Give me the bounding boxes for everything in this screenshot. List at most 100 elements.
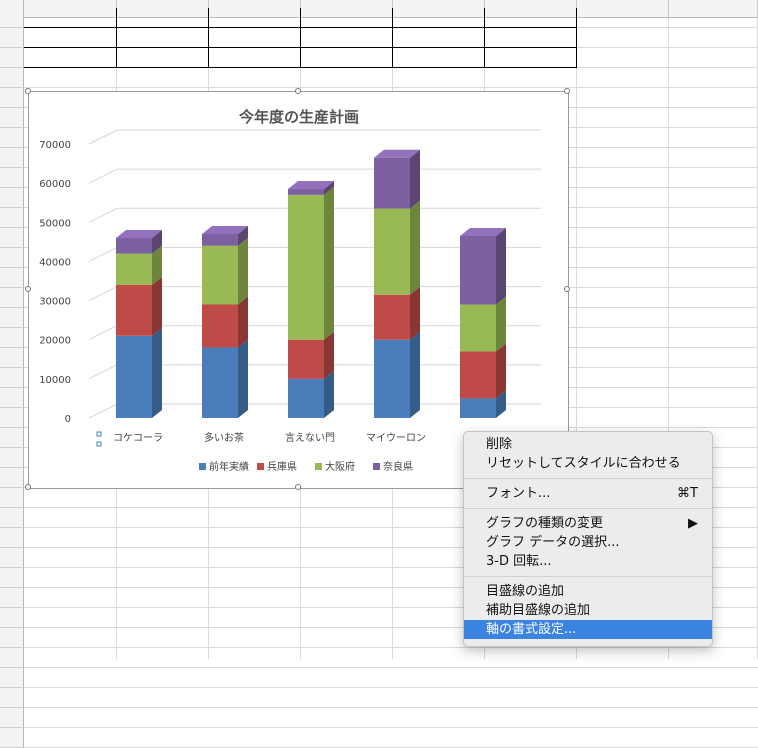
bar-segment-side[interactable] [152, 327, 162, 418]
bar-segment[interactable] [460, 398, 496, 418]
row-header-29[interactable] [0, 388, 24, 408]
row-header-22[interactable] [0, 248, 24, 268]
table-cell[interactable] [301, 8, 393, 28]
y-tick-label[interactable]: 20000 [39, 336, 71, 347]
table-cell[interactable] [393, 28, 485, 48]
row-header-39[interactable] [0, 588, 24, 608]
row-header-41[interactable] [0, 628, 24, 648]
table-cell[interactable] [24, 8, 117, 28]
column-header-h[interactable] [669, 0, 758, 18]
menu-item[interactable]: 削除 [464, 435, 712, 454]
row-header-24[interactable] [0, 288, 24, 308]
row-header-20[interactable] [0, 208, 24, 228]
y-tick-label[interactable]: 70000 [39, 140, 71, 151]
bar-segment-side[interactable] [496, 296, 506, 352]
row-header-17[interactable] [0, 148, 24, 168]
bar-segment[interactable] [460, 235, 496, 305]
axis-selection-handle[interactable] [96, 441, 102, 447]
row-header-42[interactable] [0, 648, 24, 668]
row-header-43[interactable] [0, 668, 24, 688]
row-header-40[interactable] [0, 608, 24, 628]
resize-handle[interactable] [564, 286, 570, 292]
bar-segment-side[interactable] [496, 227, 506, 305]
menu-item[interactable]: リセットしてスタイルに合わせる [464, 454, 712, 473]
table-cell[interactable] [485, 48, 577, 68]
row-header-27[interactable] [0, 348, 24, 368]
axis-selection-handle[interactable] [96, 431, 102, 437]
row-header-10[interactable] [0, 8, 24, 28]
bar-segment-side[interactable] [410, 149, 420, 209]
table-cell[interactable] [24, 28, 117, 48]
table-cell[interactable] [485, 8, 577, 28]
row-header-18[interactable] [0, 168, 24, 188]
table-cell[interactable] [117, 28, 209, 48]
x-axis-label[interactable]: コケコーラ [113, 432, 163, 444]
row-header-34[interactable] [0, 488, 24, 508]
row-header-13[interactable] [0, 68, 24, 88]
legend-entry[interactable]: 兵庫県 [267, 460, 297, 473]
bar-segment[interactable] [374, 294, 410, 340]
menu-item[interactable]: 軸の書式設定... [464, 620, 712, 639]
row-header-12[interactable] [0, 48, 24, 68]
table-cell[interactable] [209, 8, 301, 28]
row-header-11[interactable] [0, 28, 24, 48]
bar-segment[interactable] [460, 351, 496, 399]
row-header-28[interactable] [0, 368, 24, 388]
bar-segment-side[interactable] [324, 331, 334, 379]
row-header-14[interactable] [0, 88, 24, 108]
bar-segment[interactable] [202, 245, 238, 305]
row-header-19[interactable] [0, 188, 24, 208]
bar-segment-side[interactable] [324, 186, 334, 340]
resize-handle[interactable] [25, 88, 31, 94]
row-header-21[interactable] [0, 228, 24, 248]
table-cell[interactable] [209, 48, 301, 68]
menu-item[interactable]: 3-D 回転... [464, 552, 712, 571]
bar-segment[interactable] [460, 304, 496, 352]
context-menu[interactable]: 削除 リセットしてスタイルに合わせる フォント... ⌘T グラフの種類の変更 ▶ グラフ … [463, 431, 713, 647]
row-header-46[interactable] [0, 728, 24, 748]
chart-object[interactable]: 今年度の生産計画 0 10000 20000 30000 40000 50000 60000 7… [25, 88, 570, 490]
bar-segment[interactable] [116, 284, 152, 336]
bar-segment[interactable] [116, 335, 152, 418]
y-tick-label[interactable]: 40000 [39, 257, 71, 268]
column-header-g[interactable] [577, 0, 669, 18]
bar-segment-side[interactable] [496, 343, 506, 399]
y-tick-label[interactable]: 60000 [39, 179, 71, 190]
x-axis-label[interactable]: 多いお茶 [204, 431, 244, 444]
bar-segment-side[interactable] [152, 276, 162, 336]
x-axis-label[interactable]: マイウーロン [366, 432, 426, 444]
menu-item[interactable]: グラフの種類の変更 ▶ [464, 514, 712, 533]
bar-segment-side[interactable] [238, 339, 248, 418]
row-header-31[interactable] [0, 428, 24, 448]
row-header-35[interactable] [0, 508, 24, 528]
table-cell[interactable] [24, 48, 117, 68]
resize-handle[interactable] [25, 286, 31, 292]
table-cell[interactable] [117, 8, 209, 28]
bar-segment[interactable] [202, 304, 238, 348]
menu-item[interactable]: フォント... ⌘T [464, 484, 712, 503]
legend-entry[interactable]: 大阪府 [325, 460, 355, 473]
table-cell[interactable] [393, 48, 485, 68]
legend-swatch[interactable] [257, 463, 264, 470]
row-header-15[interactable] [0, 108, 24, 128]
bar-segment[interactable] [288, 378, 324, 418]
legend-swatch[interactable] [373, 463, 380, 470]
bar-segment[interactable] [374, 157, 410, 209]
menu-item[interactable]: 目盛線の追加 [464, 582, 712, 601]
resize-handle[interactable] [564, 88, 570, 94]
bar-segment[interactable] [116, 253, 152, 285]
row-header-45[interactable] [0, 708, 24, 728]
table-cell[interactable] [485, 28, 577, 48]
resize-handle[interactable] [295, 484, 301, 490]
chart-title[interactable]: 今年度の生産計画 [238, 108, 359, 126]
row-header-36[interactable] [0, 528, 24, 548]
row-header-26[interactable] [0, 328, 24, 348]
row-header-23[interactable] [0, 268, 24, 288]
y-tick-label[interactable]: 30000 [39, 297, 71, 308]
legend-entry[interactable]: 奈良県 [383, 460, 413, 473]
table-cell[interactable] [393, 8, 485, 28]
table-cell[interactable] [209, 28, 301, 48]
legend-entry[interactable]: 前年実績 [209, 460, 249, 473]
bar-segment-side[interactable] [238, 237, 248, 305]
x-axis-label[interactable]: 言えない門 [285, 431, 335, 444]
